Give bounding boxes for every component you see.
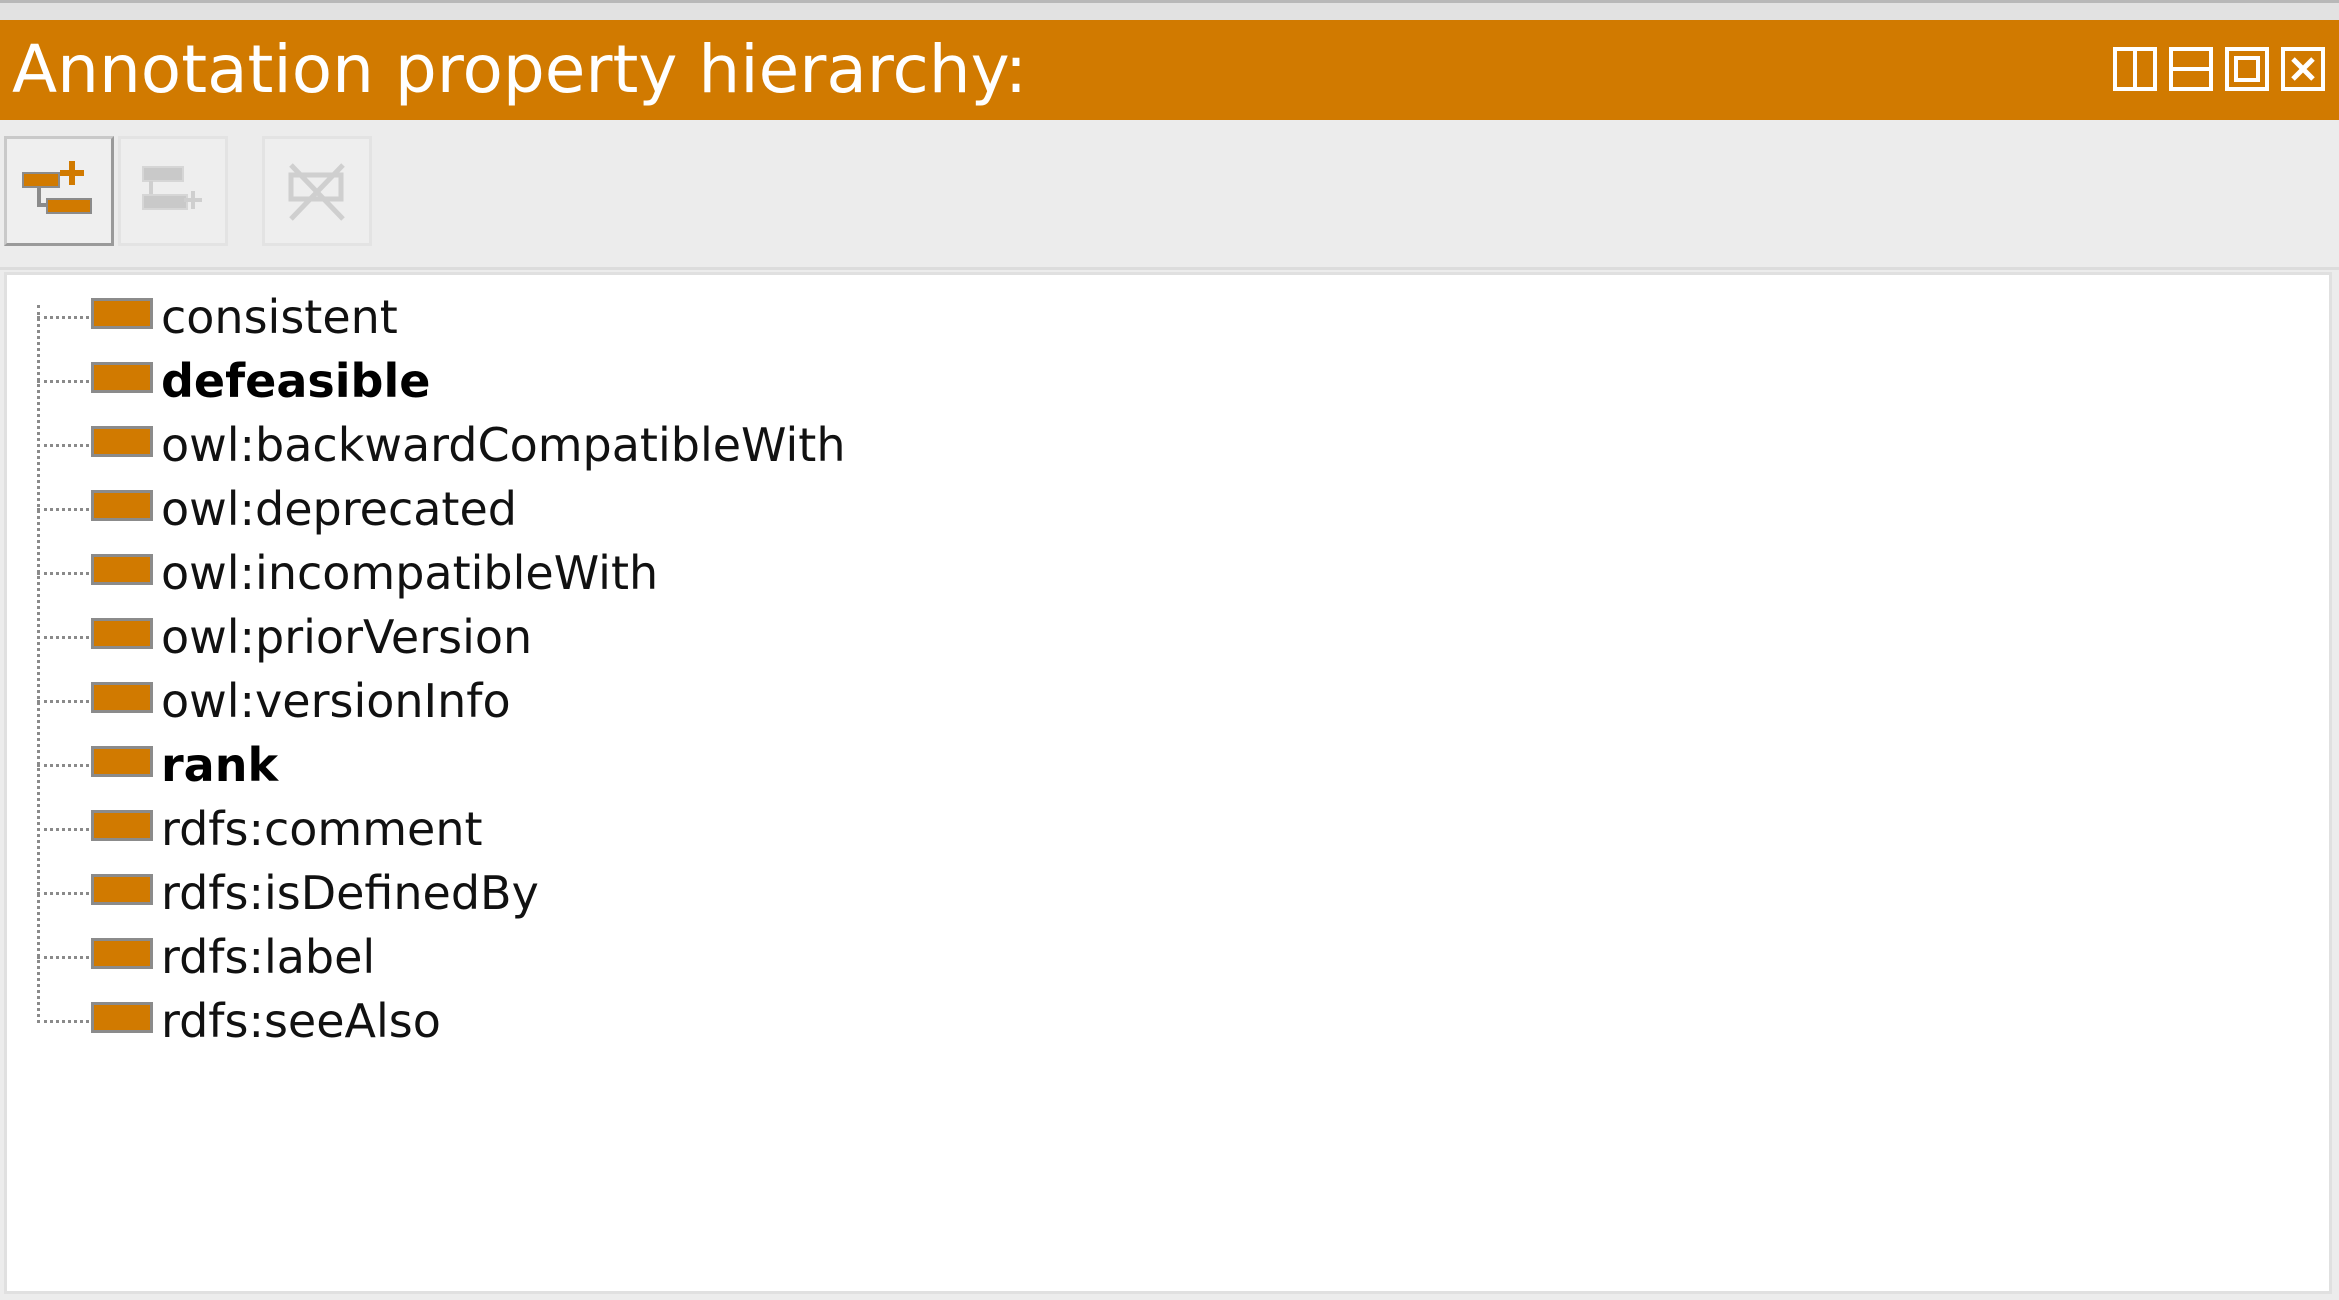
split-horizontal-button[interactable] bbox=[2169, 47, 2213, 91]
tree-item-owl-backward-compatible-with[interactable]: owl:backwardCompatibleWith bbox=[37, 413, 845, 477]
tree-connector bbox=[37, 1019, 89, 1023]
tree-connector bbox=[37, 827, 89, 831]
tree-item-rdfs-label[interactable]: rdfs:label bbox=[37, 925, 375, 989]
add-subproperty-icon bbox=[22, 161, 92, 214]
annotation-property-icon bbox=[91, 681, 153, 713]
split-vertical-icon bbox=[2133, 51, 2137, 87]
annotation-property-icon bbox=[91, 361, 153, 393]
annotation-property-hierarchy-view: Annotation property hierarchy: consisten… bbox=[0, 0, 2339, 1300]
add-sibling-property-button[interactable] bbox=[118, 136, 228, 246]
tree-connector bbox=[37, 379, 89, 383]
tree-item-rdfs-is-defined-by[interactable]: rdfs:isDefinedBy bbox=[37, 861, 539, 925]
delete-property-icon bbox=[288, 163, 345, 221]
view-title: Annotation property hierarchy: bbox=[12, 31, 1028, 108]
tree-item-rdfs-comment[interactable]: rdfs:comment bbox=[37, 797, 483, 861]
maximize-icon bbox=[2234, 56, 2260, 82]
tree-item-label: rdfs:label bbox=[161, 930, 376, 984]
tree-connector bbox=[37, 699, 89, 703]
hierarchy-toolbar bbox=[0, 120, 2339, 270]
annotation-property-icon bbox=[91, 425, 153, 457]
delete-property-button[interactable] bbox=[262, 136, 372, 246]
property-tree[interactable]: consistent defeasible owl:backwardCompat… bbox=[4, 272, 2332, 1294]
tree-item-label: consistent bbox=[161, 290, 398, 344]
annotation-property-icon bbox=[91, 745, 153, 777]
tree-connector bbox=[37, 763, 89, 767]
top-border bbox=[0, 0, 2339, 20]
add-sub-property-button[interactable] bbox=[4, 136, 114, 246]
tree-item-label: owl:versionInfo bbox=[161, 674, 511, 728]
annotation-property-icon bbox=[91, 809, 153, 841]
tree-connector bbox=[37, 507, 89, 511]
tree-item-rank[interactable]: rank bbox=[37, 733, 278, 797]
tree-item-owl-version-info[interactable]: owl:versionInfo bbox=[37, 669, 511, 733]
annotation-property-icon bbox=[91, 297, 153, 329]
tree-item-label: rdfs:comment bbox=[161, 802, 483, 856]
window-controls bbox=[2113, 47, 2325, 91]
add-sibling-icon bbox=[142, 166, 202, 210]
view-title-bar: Annotation property hierarchy: bbox=[0, 20, 2339, 120]
close-button[interactable] bbox=[2281, 47, 2325, 91]
tree-item-owl-incompatible-with[interactable]: owl:incompatibleWith bbox=[37, 541, 658, 605]
tree-connector bbox=[37, 315, 89, 319]
tree-item-label: rdfs:isDefinedBy bbox=[161, 866, 539, 920]
tree-item-owl-prior-version[interactable]: owl:priorVersion bbox=[37, 605, 532, 669]
tree-item-label: rdfs:seeAlso bbox=[161, 994, 441, 1048]
annotation-property-icon bbox=[91, 489, 153, 521]
annotation-property-icon bbox=[91, 937, 153, 969]
tree-item-label: owl:backwardCompatibleWith bbox=[161, 418, 846, 472]
split-horizontal-icon bbox=[2173, 67, 2209, 71]
tree-item-label: defeasible bbox=[161, 354, 431, 408]
annotation-property-icon bbox=[91, 1001, 153, 1033]
tree-item-consistent[interactable]: consistent bbox=[37, 285, 398, 349]
tree-item-label: rank bbox=[161, 738, 279, 792]
close-icon bbox=[2291, 57, 2315, 81]
tree-item-label: owl:deprecated bbox=[161, 482, 517, 536]
annotation-property-icon bbox=[91, 873, 153, 905]
tree-item-label: owl:priorVersion bbox=[161, 610, 533, 664]
split-vertical-button[interactable] bbox=[2113, 47, 2157, 91]
tree-item-defeasible[interactable]: defeasible bbox=[37, 349, 430, 413]
tree-item-label: owl:incompatibleWith bbox=[161, 546, 659, 600]
tree-connector bbox=[37, 571, 89, 575]
tree-connector bbox=[37, 635, 89, 639]
tree-item-rdfs-see-also[interactable]: rdfs:seeAlso bbox=[37, 989, 441, 1053]
tree-connector bbox=[37, 891, 89, 895]
maximize-button[interactable] bbox=[2225, 47, 2269, 91]
tree-connector bbox=[37, 955, 89, 959]
tree-connector bbox=[37, 443, 89, 447]
annotation-property-icon bbox=[91, 617, 153, 649]
annotation-property-icon bbox=[91, 553, 153, 585]
tree-item-owl-deprecated[interactable]: owl:deprecated bbox=[37, 477, 517, 541]
